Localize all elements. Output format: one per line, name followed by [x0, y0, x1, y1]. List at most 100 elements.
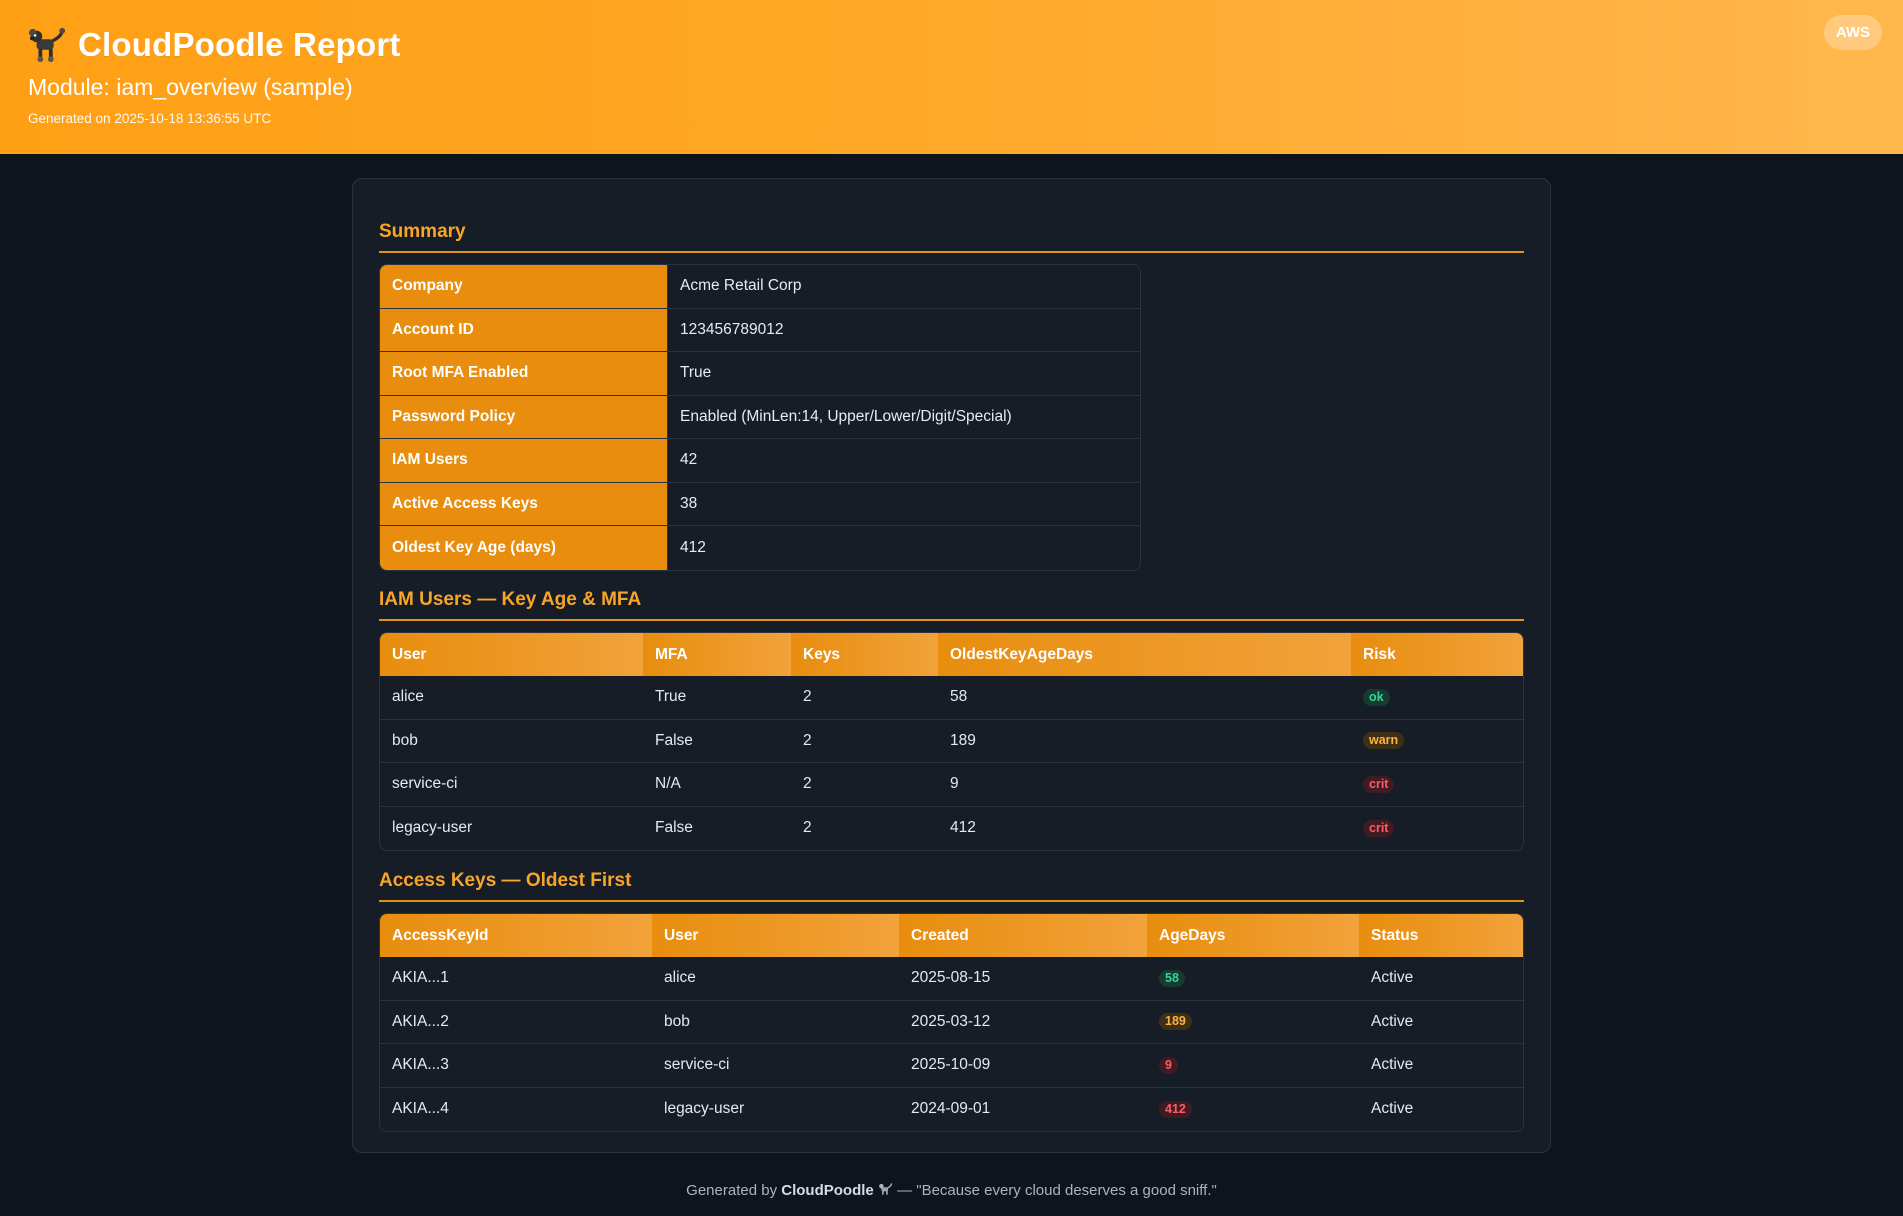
keys-cell: 2	[803, 819, 812, 837]
report-footer: Generated by CloudPoodle — "Because ever…	[0, 1182, 1903, 1199]
column-header: Created	[899, 914, 1147, 957]
user-cell: service-ci	[664, 1056, 730, 1074]
brand-row: CloudPoodle Report	[28, 26, 1875, 64]
risk-badge: crit	[1363, 775, 1395, 793]
user-cell: bob	[392, 731, 418, 749]
risk-badge: ok	[1363, 688, 1390, 706]
access-keys-table: AccessKeyId User Created AgeDays Status …	[379, 913, 1524, 1132]
iam-users-section: IAM Users — Key Age & MFA User MFA Keys …	[379, 589, 1524, 851]
key-id-cell: AKIA...3	[392, 1056, 449, 1074]
keys-cell: 2	[803, 775, 812, 793]
table-row: AKIA...3 service-ci 2025-10-09 9 Active	[380, 1044, 1523, 1088]
table-row: AKIA...1 alice 2025-08-15 58 Active	[380, 957, 1523, 1001]
report-panel: Summary Company Acme Retail Corp Account…	[352, 178, 1551, 1153]
column-header: OldestKeyAgeDays	[938, 633, 1351, 676]
mfa-cell: N/A	[655, 775, 681, 793]
dog-icon	[28, 27, 66, 63]
status-cell: Active	[1371, 969, 1414, 987]
user-cell: legacy-user	[392, 819, 473, 837]
created-cell: 2025-08-15	[911, 969, 991, 987]
table-row: AKIA...4 legacy-user 2024-09-01 412 Acti…	[380, 1088, 1523, 1132]
summary-table: Company Acme Retail Corp Account ID 1234…	[379, 264, 1141, 571]
summary-row: Account ID 123456789012	[380, 308, 1140, 352]
key-id-cell: AKIA...1	[392, 969, 449, 987]
key-id-cell: AKIA...4	[392, 1100, 449, 1118]
iam-users-table: User MFA Keys OldestKeyAgeDays Risk alic…	[379, 632, 1524, 851]
summary-row: IAM Users 42	[380, 439, 1140, 483]
summary-value: 412	[668, 526, 1140, 570]
table-row: alice True 2 58 ok	[380, 676, 1523, 720]
table-row: bob False 2 189 warn	[380, 720, 1523, 763]
age-badge: 9	[1159, 1056, 1178, 1074]
user-cell: service-ci	[392, 775, 458, 793]
mfa-cell: False	[655, 819, 693, 837]
column-header: User	[652, 914, 899, 957]
user-cell: alice	[392, 688, 424, 706]
age-cell: 9	[1147, 1044, 1359, 1087]
user-cell: alice	[664, 969, 696, 987]
summary-value: Acme Retail Corp	[668, 265, 1140, 308]
status-cell: Active	[1371, 1056, 1414, 1074]
risk-cell: crit	[1351, 807, 1523, 851]
report-title: CloudPoodle Report	[78, 26, 401, 63]
risk-badge: warn	[1363, 732, 1405, 750]
module-name: Module: iam_overview (sample)	[28, 74, 353, 100]
summary-row: Company Acme Retail Corp	[380, 265, 1140, 309]
summary-value: 123456789012	[668, 308, 1140, 351]
table-row: legacy-user False 2 412 crit	[380, 807, 1523, 851]
created-cell: 2025-10-09	[911, 1056, 991, 1074]
age-cell: 412	[1147, 1088, 1359, 1132]
footer-prefix: Generated by	[686, 1182, 778, 1199]
risk-badge: crit	[1363, 819, 1395, 837]
mfa-cell: False	[655, 731, 693, 749]
column-header: AgeDays	[1147, 914, 1359, 957]
summary-title: Summary	[379, 221, 1524, 253]
summary-row: Root MFA Enabled True	[380, 352, 1140, 396]
summary-key: Oldest Key Age (days)	[380, 526, 668, 570]
age-badge: 58	[1159, 969, 1185, 987]
summary-key: Active Access Keys	[380, 482, 668, 525]
footer-tagline: — "Because every cloud deserves a good s…	[897, 1182, 1217, 1199]
keys-cell: 2	[803, 688, 812, 706]
column-header: Keys	[791, 633, 938, 676]
status-cell: Active	[1371, 1012, 1414, 1030]
table-header-row: User MFA Keys OldestKeyAgeDays Risk	[380, 633, 1523, 676]
access-keys-section: Access Keys — Oldest First AccessKeyId U…	[379, 870, 1524, 1132]
report-header: CloudPoodle Report Module: iam_overview …	[0, 0, 1903, 154]
summary-key: Root MFA Enabled	[380, 352, 668, 395]
summary-value: True	[668, 352, 1140, 395]
table-header-row: AccessKeyId User Created AgeDays Status	[380, 914, 1523, 957]
table-row: AKIA...2 bob 2025-03-12 189 Active	[380, 1001, 1523, 1044]
mfa-cell: True	[655, 688, 687, 706]
column-header: MFA	[643, 633, 791, 676]
access-keys-title: Access Keys — Oldest First	[379, 870, 1524, 902]
status-cell: Active	[1371, 1100, 1414, 1118]
footer-brand: CloudPoodle	[781, 1182, 874, 1199]
column-header: Status	[1359, 914, 1523, 957]
age-cell: 9	[950, 775, 959, 793]
summary-value: Enabled (MinLen:14, Upper/Lower/Digit/Sp…	[668, 395, 1140, 438]
keys-cell: 2	[803, 731, 812, 749]
provider-badge: AWS	[1823, 15, 1882, 50]
risk-cell: crit	[1351, 763, 1523, 806]
user-cell: bob	[664, 1012, 690, 1030]
age-cell: 58	[950, 688, 968, 706]
summary-row: Password Policy Enabled (MinLen:14, Uppe…	[380, 395, 1140, 439]
column-header: AccessKeyId	[380, 914, 652, 957]
age-cell: 189	[950, 731, 976, 749]
user-cell: legacy-user	[664, 1100, 745, 1118]
age-badge: 189	[1159, 1013, 1192, 1031]
summary-key: IAM Users	[380, 439, 668, 482]
summary-key: Account ID	[380, 308, 668, 351]
summary-row: Oldest Key Age (days) 412	[380, 526, 1140, 570]
iam-users-title: IAM Users — Key Age & MFA	[379, 589, 1524, 621]
summary-value: 42	[668, 439, 1140, 482]
summary-section: Summary Company Acme Retail Corp Account…	[379, 221, 1524, 571]
age-badge: 412	[1159, 1100, 1192, 1118]
risk-cell: warn	[1351, 720, 1523, 763]
age-cell: 189	[1147, 1001, 1359, 1044]
risk-cell: ok	[1351, 676, 1523, 719]
summary-row: Active Access Keys 38	[380, 482, 1140, 526]
summary-key: Password Policy	[380, 395, 668, 438]
column-header: User	[380, 633, 643, 676]
